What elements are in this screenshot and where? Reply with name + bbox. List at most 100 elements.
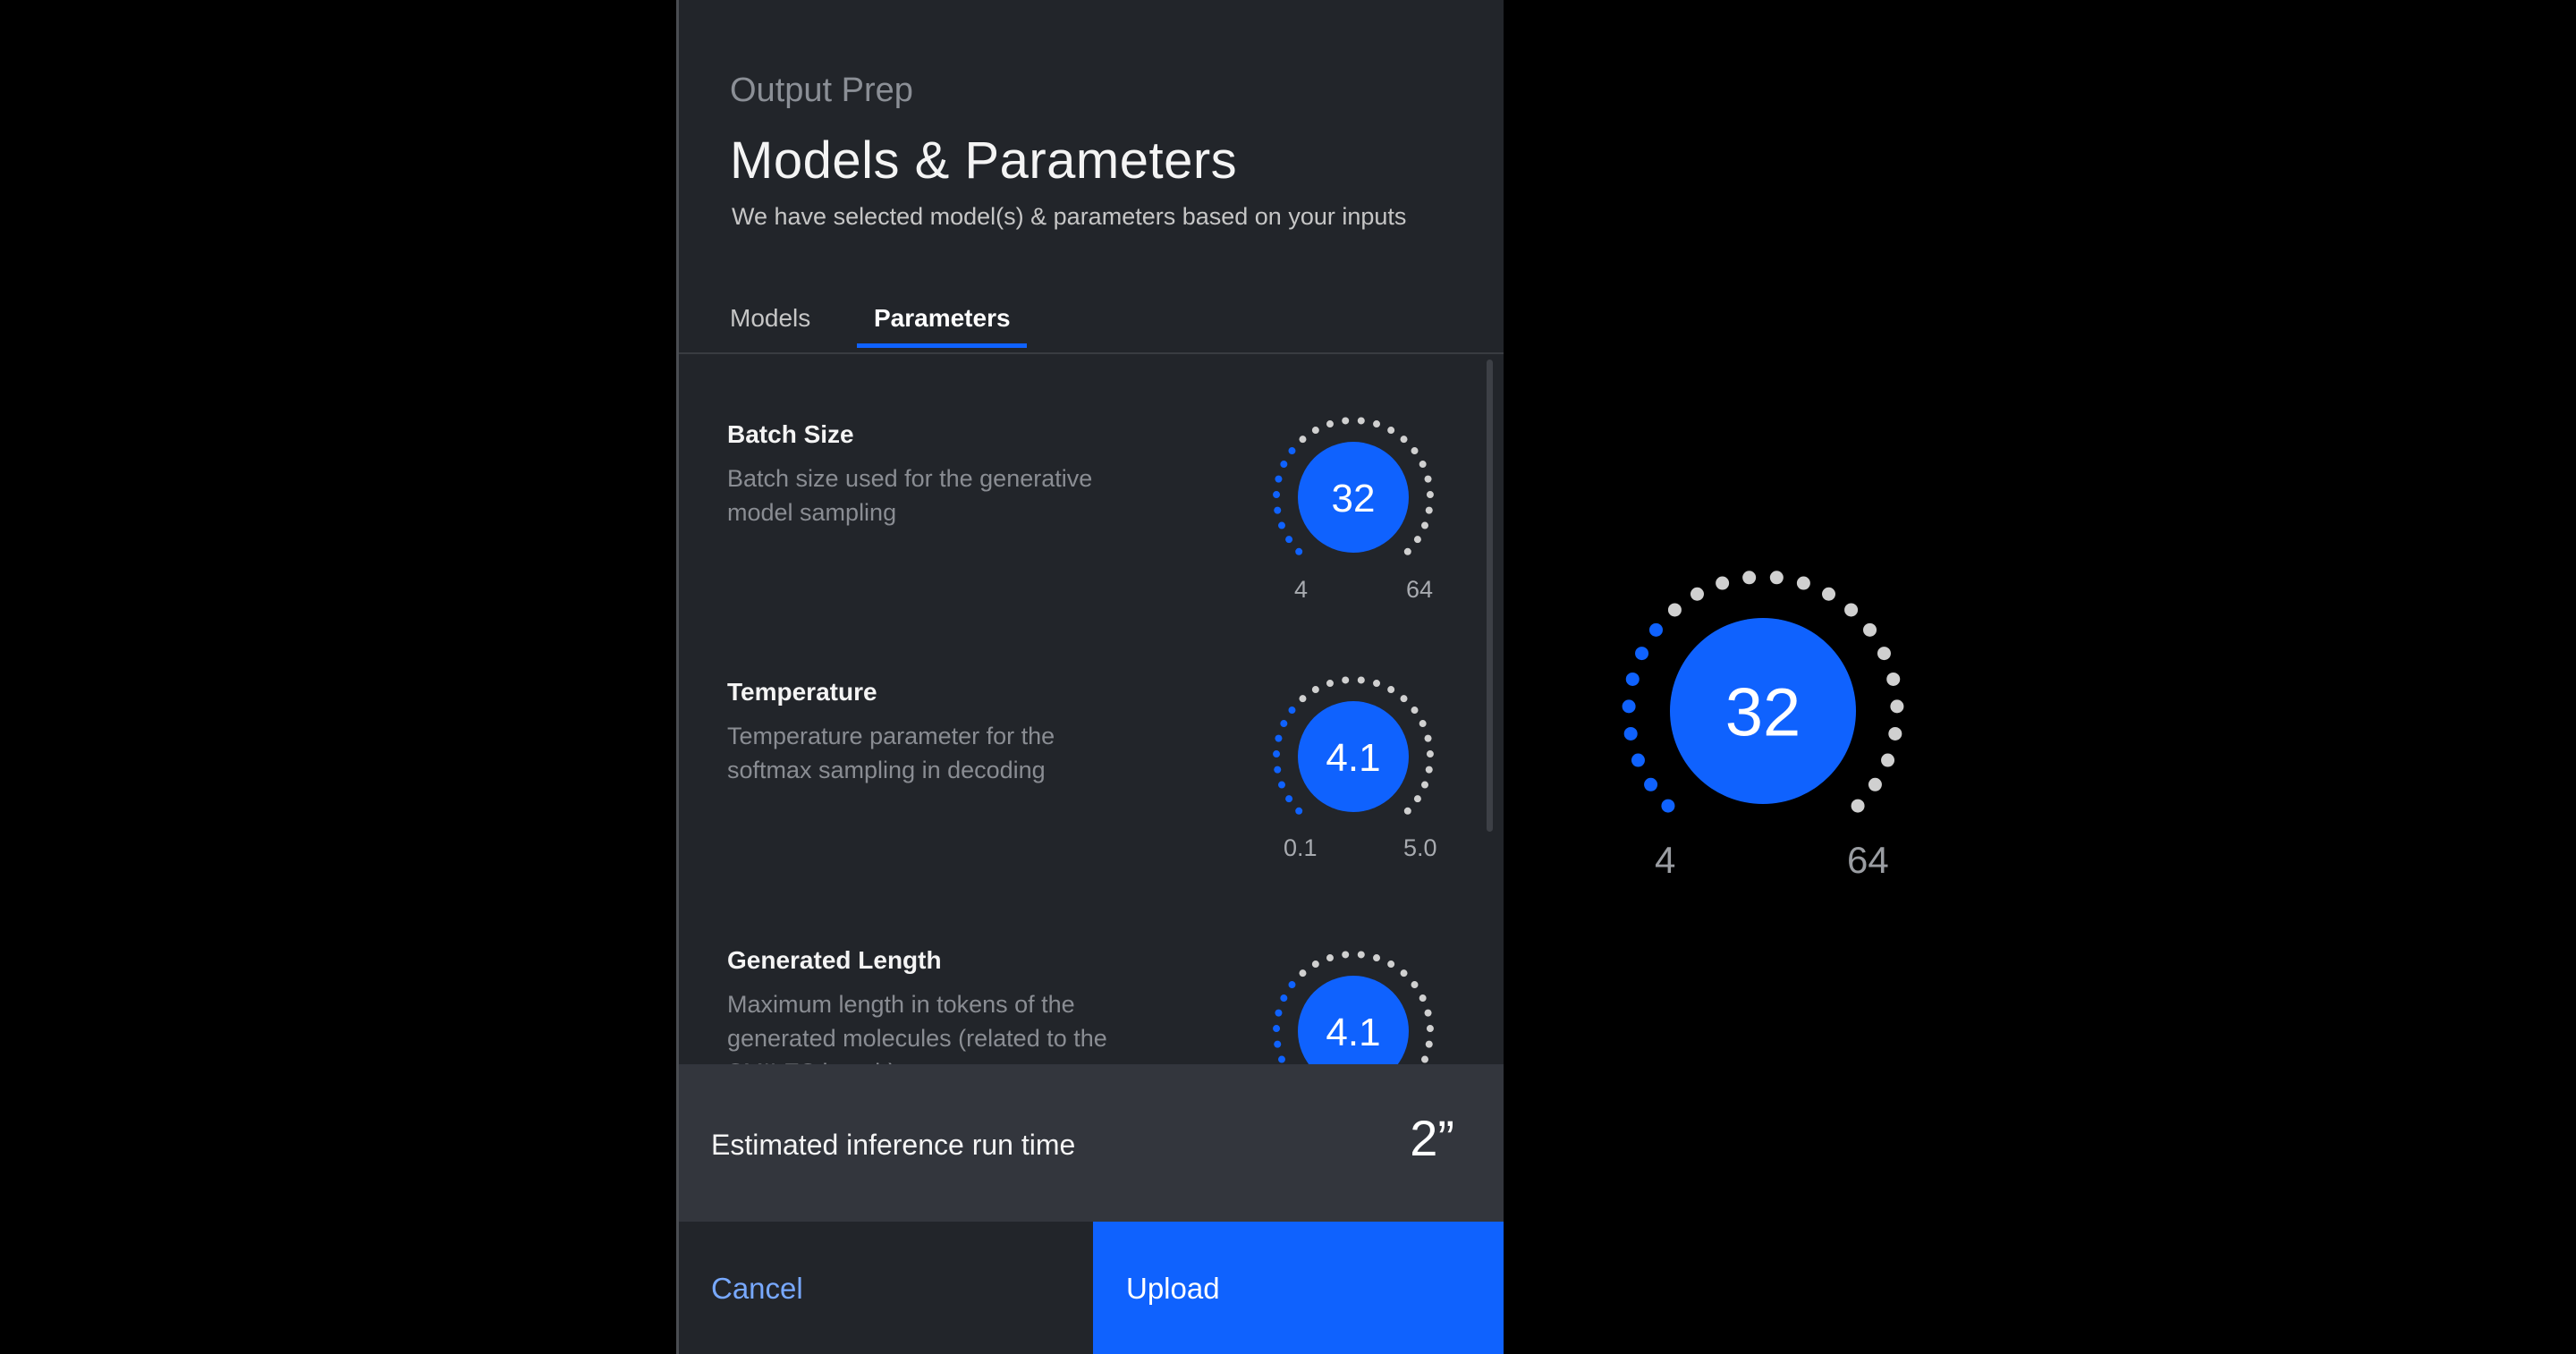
dial-dot: [1421, 1055, 1428, 1063]
zoom-dial-max-label: 64: [1847, 839, 1889, 881]
dial-value: 32: [1332, 477, 1376, 520]
dial-dot: [1881, 753, 1895, 767]
dial-dot: [1400, 969, 1408, 977]
dial-dot: [1299, 969, 1307, 977]
dial-dot: [1690, 587, 1704, 601]
dial-min-label: 4: [1294, 576, 1309, 603]
dial-dot: [1863, 622, 1877, 637]
tab-parameters[interactable]: Parameters: [874, 304, 1011, 333]
dial-graphic[interactable]: 4.1: [1269, 951, 1448, 1066]
dial-dot: [1890, 699, 1904, 714]
dial-dot-active: [1661, 799, 1675, 813]
dial-dot-active: [1295, 807, 1303, 815]
dial-dot: [1716, 576, 1730, 590]
dial-dot-active: [1625, 672, 1640, 686]
dial-dot: [1299, 436, 1307, 444]
dial-dot-active: [1274, 1040, 1282, 1048]
dial-dot-active: [1280, 461, 1288, 469]
dial-dot: [1387, 960, 1395, 969]
dial-dot-active: [1285, 536, 1293, 544]
dial-dot: [1342, 676, 1350, 684]
dial-dot: [1413, 536, 1421, 544]
dial-dot: [1426, 1025, 1434, 1033]
dial-dot: [1342, 417, 1350, 425]
dial-dot-active: [1285, 795, 1293, 803]
dial-dot: [1387, 427, 1395, 435]
param-name: Temperature: [727, 678, 877, 706]
dial-dot-active: [1273, 1025, 1281, 1033]
dial-dot-active: [1278, 1055, 1285, 1063]
dial-dot-active: [1278, 781, 1285, 789]
dial-dot-active: [1275, 1009, 1283, 1017]
tab-bar: Models Parameters: [679, 288, 1504, 354]
cancel-button-label: Cancel: [711, 1272, 803, 1305]
dial-dot: [1403, 807, 1411, 815]
dial-dot: [1311, 960, 1319, 969]
dial-dot: [1822, 587, 1836, 601]
dial-dot: [1851, 799, 1865, 813]
zoomed-dial-graphic: 32: [1622, 571, 1904, 813]
batch-size-dial[interactable]: 32: [1269, 417, 1448, 569]
tab-models[interactable]: Models: [730, 304, 810, 333]
models-parameters-panel: Output Prep Models & Parameters We have …: [676, 0, 1504, 1354]
dial-dot: [1311, 686, 1319, 694]
dial-dot: [1311, 427, 1319, 435]
dial-dot-active: [1273, 491, 1281, 499]
dial-dot: [1400, 436, 1408, 444]
dial-dot: [1299, 695, 1307, 703]
dial-dot-active: [1295, 547, 1303, 555]
dial-dot: [1357, 676, 1365, 684]
dial-dot: [1421, 781, 1428, 789]
dial-dot: [1888, 726, 1902, 740]
dial-dot: [1426, 750, 1434, 758]
dial-dot: [1421, 521, 1428, 529]
dial-dot: [1886, 672, 1901, 686]
dial-dot: [1742, 571, 1757, 585]
dial-dot-active: [1274, 506, 1282, 514]
dial-dot-active: [1278, 521, 1285, 529]
temperature-dial[interactable]: 4.1: [1269, 676, 1448, 828]
dial-dot-active: [1631, 753, 1645, 767]
dial-dot: [1424, 734, 1432, 742]
dial-dot: [1424, 475, 1432, 483]
dial-value: 4.1: [1326, 736, 1380, 780]
page-title: Models & Parameters: [730, 131, 1238, 190]
parameters-list: Batch Size Batch size used for the gener…: [679, 354, 1504, 1066]
dial-dot: [1424, 1009, 1432, 1017]
dial-dot: [1411, 981, 1419, 989]
dial-dot: [1326, 954, 1334, 962]
dial-dot-active: [1644, 777, 1658, 791]
dial-dot-active: [1622, 699, 1636, 714]
dial-dot: [1868, 777, 1882, 791]
dial-dot-active: [1648, 622, 1663, 637]
dial-dot-active: [1280, 994, 1288, 1003]
cancel-button[interactable]: Cancel: [679, 1222, 1093, 1354]
scrollbar[interactable]: [1487, 360, 1493, 832]
dial-dot-active: [1288, 447, 1296, 455]
upload-button[interactable]: Upload: [1093, 1222, 1504, 1354]
dial-dot: [1844, 603, 1859, 617]
dial-graphic[interactable]: 4.1: [1269, 676, 1448, 828]
dial-dot: [1373, 680, 1381, 688]
dial-min-label: 0.1: [1284, 834, 1318, 861]
zoomed-dial-preview: 32: [1617, 563, 1912, 827]
dial-max-label: 5.0: [1403, 834, 1437, 861]
param-description: Maximum length in tokens of the generate…: [727, 991, 1107, 1066]
param-name: Generated Length: [727, 946, 942, 974]
generated-length-dial[interactable]: 4.1: [1269, 951, 1448, 1066]
dial-dot: [1419, 720, 1427, 728]
dial-dot: [1326, 680, 1334, 688]
eyebrow-label: Output Prep: [730, 72, 913, 109]
dial-dot: [1403, 547, 1411, 555]
dial-dot: [1796, 576, 1810, 590]
dial-dot: [1400, 695, 1408, 703]
dial-dot-active: [1275, 475, 1283, 483]
dial-graphic[interactable]: 32: [1269, 417, 1448, 569]
dial-dot-active: [1273, 750, 1281, 758]
dial-dot: [1425, 1040, 1433, 1048]
dial-dot: [1426, 491, 1434, 499]
dial-dot: [1419, 461, 1427, 469]
estimate-value: 2”: [1410, 1110, 1454, 1166]
dial-dot-active: [1288, 707, 1296, 715]
param-generated-length: Generated Length Maximum length in token…: [727, 946, 1192, 1066]
